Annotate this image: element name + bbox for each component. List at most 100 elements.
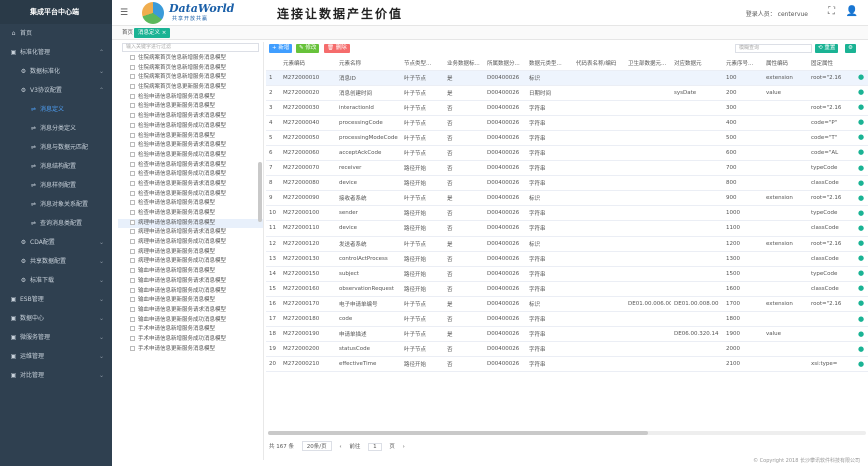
- sidebar-item[interactable]: ▣ 微服务管理 ⌄: [0, 328, 112, 347]
- row-action-icon[interactable]: ●: [854, 70, 868, 85]
- tree-node[interactable]: 病理申请信息新增服务请求消息模型: [118, 228, 263, 238]
- tree-node[interactable]: 输血申请信息新增服务请求消息模型: [118, 277, 263, 287]
- column-header[interactable]: 卫生部数据元...: [625, 56, 671, 71]
- tree-node[interactable]: 住院病案首页信息新增服务消息模型: [118, 73, 263, 83]
- table-row[interactable]: 18 M272000190 申请单描述 叶子节点是 D00400026 字符串 DE06.0…: [266, 326, 868, 343]
- tree-node[interactable]: 检查申请信息新增服务请求消息模型: [118, 161, 263, 171]
- tree-node[interactable]: 检查申请信息更新服务消息模型: [118, 209, 263, 219]
- row-action-icon[interactable]: ●: [854, 145, 868, 160]
- column-header[interactable]: 业务数据标...: [444, 56, 484, 71]
- tree-node[interactable]: 检验申请信息更新服务消息模型: [118, 102, 263, 112]
- tree-node-checkbox[interactable]: [130, 55, 135, 60]
- tree-node-checkbox[interactable]: [130, 335, 135, 341]
- column-header[interactable]: 对应数据元: [671, 56, 723, 71]
- tree-node-checkbox[interactable]: [130, 113, 135, 119]
- row-action-icon[interactable]: ●: [854, 206, 868, 221]
- table-row[interactable]: 15 M272000160 observationRequest 路径开始否 D0040…: [266, 281, 868, 297]
- add-button[interactable]: + 新增: [269, 44, 293, 53]
- tree-node[interactable]: 检查申请信息新增服务消息模型: [118, 199, 263, 209]
- column-header[interactable]: [266, 56, 280, 71]
- tree-node[interactable]: 住院病案首页信息更新服务消息模型: [118, 83, 263, 93]
- tree-node-checkbox[interactable]: [130, 190, 135, 196]
- tree-node-checkbox[interactable]: [130, 210, 135, 215]
- tree-node-checkbox[interactable]: [130, 74, 135, 80]
- table-row[interactable]: 6 M272000060 acceptAckCode 叶子节点否 D00400026 字符…: [266, 145, 868, 162]
- sidebar-item[interactable]: ⇌ 消息分类定义: [0, 119, 112, 138]
- column-header[interactable]: 数据元类型...: [526, 56, 573, 71]
- table-row[interactable]: 12 M272000120 发送者系统 叶子节点是 D00400026 标识 1200 ext…: [266, 236, 868, 252]
- table-search-input[interactable]: 模糊查询: [735, 44, 812, 53]
- tree-node[interactable]: 输血申请信息更新服务成功消息模型: [118, 316, 263, 326]
- reset-button[interactable]: ⟲ 重置: [815, 44, 839, 53]
- table-row[interactable]: 17 M272000180 code 叶子节点否 D00400026 字符串 1800: [266, 311, 868, 328]
- tree-node-checkbox[interactable]: [130, 316, 135, 322]
- table-row[interactable]: 11 M272000110 device 路径开始否 D00400026 字符串 1100 c…: [266, 220, 868, 237]
- row-action-icon[interactable]: ●: [854, 115, 868, 130]
- table-row[interactable]: 1 M272000010 消息ID 叶子节点是 D00400026 标识 100 extens…: [266, 70, 868, 86]
- table-row[interactable]: 14 M272000150 subject 路径开始否 D00400026 字符串 1500…: [266, 266, 868, 282]
- row-action-icon[interactable]: ●: [854, 100, 868, 115]
- tree-node[interactable]: 手术申请信息新增服务成功消息模型: [118, 335, 263, 345]
- column-header[interactable]: 属性编码: [763, 56, 808, 71]
- tree-node-checkbox[interactable]: [130, 64, 135, 70]
- table-row[interactable]: 3 M272000030 interactionId 叶子节点否 D00400026 字符…: [266, 100, 868, 116]
- tree-node[interactable]: 检验申请信息更新服务成功消息模型: [118, 151, 263, 161]
- tree-node[interactable]: 手术申请信息更新服务消息模型: [118, 345, 263, 355]
- tree-node-checkbox[interactable]: [130, 142, 135, 148]
- table-row[interactable]: 19 M272000200 statusCode 叶子节点否 D00400026 字符串 2…: [266, 341, 868, 358]
- tree-node-checkbox[interactable]: [130, 200, 135, 206]
- row-action-icon[interactable]: ●: [854, 236, 868, 251]
- table-row[interactable]: 7 M272000070 receiver 路径开始否 D00400026 字符串 700 t…: [266, 160, 868, 177]
- tree-node-checkbox[interactable]: [130, 161, 135, 167]
- column-header[interactable]: 固定属性: [808, 56, 868, 71]
- tree-node[interactable]: 手术申请信息新增服务消息模型: [118, 325, 263, 335]
- sidebar-item[interactable]: ⇌ 消息定义: [0, 100, 112, 119]
- tree-node[interactable]: 病理申请信息更新服务成功消息模型: [118, 257, 263, 267]
- prev-page-icon[interactable]: ‹: [339, 444, 341, 450]
- tree-node[interactable]: 输血申请信息更新服务请求消息模型: [118, 306, 263, 316]
- row-action-icon[interactable]: ●: [854, 357, 868, 372]
- tree-node[interactable]: 输血申请信息新增服务成功消息模型: [118, 287, 263, 297]
- table-row[interactable]: 8 M272000080 device 路径开始否 D00400026 字符串 800 cla…: [266, 175, 868, 192]
- tree-node-checkbox[interactable]: [130, 277, 135, 283]
- table-row[interactable]: 16 M272000170 电子申请单编号 叶子节点是 D00400026 标识 DE01.…: [266, 296, 868, 313]
- tree-node-checkbox[interactable]: [130, 239, 135, 245]
- tree-node-checkbox[interactable]: [130, 171, 135, 177]
- sidebar-item[interactable]: ⇌ 查询消息类配置: [0, 214, 112, 233]
- row-action-icon[interactable]: ●: [854, 191, 868, 206]
- tree-node[interactable]: 检验申请信息更新服务请求消息模型: [118, 141, 263, 151]
- row-action-icon[interactable]: ●: [854, 266, 868, 281]
- settings-button[interactable]: ⚙: [845, 44, 856, 53]
- sidebar-item[interactable]: ▣ ESB管理 ⌄: [0, 290, 112, 309]
- tree-node-checkbox[interactable]: [130, 306, 135, 312]
- sidebar-item[interactable]: ⚙ CDA配置 ⌄: [0, 233, 112, 252]
- sidebar-item[interactable]: ▣ 运维管理 ⌄: [0, 347, 112, 366]
- tree-scrollbar[interactable]: [258, 162, 262, 222]
- sidebar-item[interactable]: ▣ 标准化管理 ⌃: [0, 43, 112, 62]
- tree-node[interactable]: 病理申请信息新增服务成功消息模型: [118, 238, 263, 248]
- table-horizontal-scrollbar[interactable]: [268, 431, 866, 435]
- sidebar-item[interactable]: ▣ 数据中心 ⌄: [0, 309, 112, 328]
- tree-node-checkbox[interactable]: [130, 132, 135, 138]
- tree-node-checkbox[interactable]: [130, 93, 135, 99]
- tree-node[interactable]: 住院病案首页信息新增服务消息模型: [118, 64, 263, 74]
- sidebar-item[interactable]: ⇌ 消息对象关系配置: [0, 195, 112, 214]
- table-row[interactable]: 9 M272000090 接收者系统 叶子节点是 D00400026 标识 900 exten…: [266, 190, 868, 207]
- sidebar-item[interactable]: ⌂ 首页: [0, 24, 112, 43]
- sidebar-item[interactable]: ⚙ 数据标准化 ⌄: [0, 62, 112, 81]
- tree-node[interactable]: 检查申请信息更新服务请求消息模型: [118, 180, 263, 190]
- table-row[interactable]: 5 M272000050 processingModeCode 叶子节点否 D00400…: [266, 130, 868, 146]
- next-page-icon[interactable]: ›: [403, 444, 405, 450]
- tree-node-checkbox[interactable]: [130, 229, 135, 235]
- sidebar-item[interactable]: ⚙ 共享数据配置 ⌄: [0, 252, 112, 271]
- tree-node[interactable]: 检验申请信息新增服务成功消息模型: [118, 122, 263, 132]
- tree-node[interactable]: 检验申请信息新增服务请求消息模型: [118, 112, 263, 122]
- tree-filter-input[interactable]: 输入关键字进行过滤: [122, 43, 259, 52]
- tree-node[interactable]: 检验申请信息新增服务消息模型: [118, 93, 263, 103]
- row-action-icon[interactable]: ●: [854, 312, 868, 327]
- user-avatar-icon[interactable]: 👤: [846, 6, 858, 17]
- edit-button[interactable]: ✎ 修改: [296, 44, 320, 53]
- column-header[interactable]: 代码表名称/编码: [573, 56, 625, 71]
- table-row[interactable]: 10 M272000100 sender 路径开始否 D00400026 字符串 1000 t…: [266, 205, 868, 222]
- row-action-icon[interactable]: ●: [854, 176, 868, 191]
